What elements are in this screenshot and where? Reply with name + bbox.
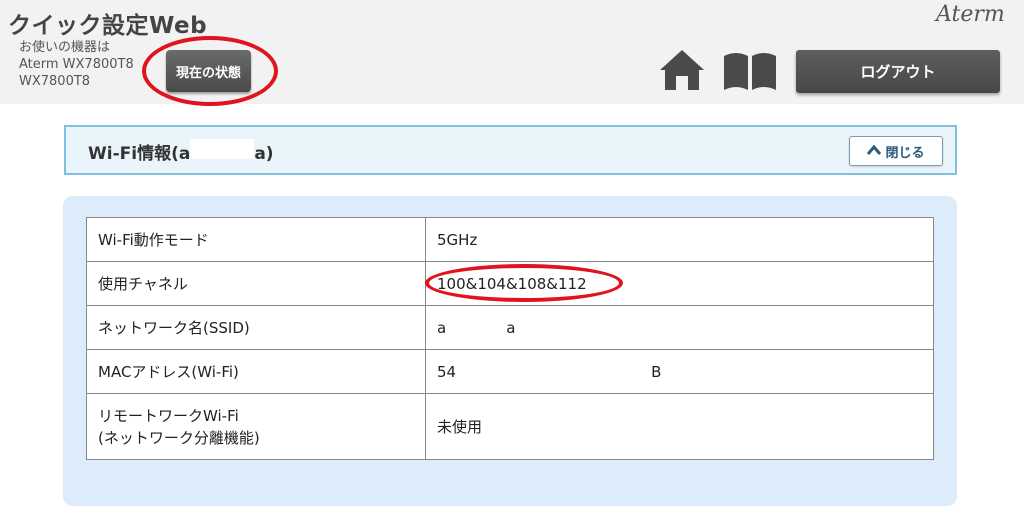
top-header: クイック設定Web お使いの機器は Aterm WX7800T8 WX7800T… — [0, 0, 1024, 104]
section-title-prefix: Wi-Fi情報(a — [88, 144, 191, 164]
section-title: Wi-Fi情報(a a) — [88, 139, 274, 164]
table-row: MACアドレス(Wi-Fi) 54 B — [86, 349, 934, 394]
row-value: 未使用 — [425, 393, 934, 460]
device-label: お使いの機器は — [19, 40, 111, 55]
wifi-info-table: Wi-Fi動作モード 5GHz 使用チャネル 100&104&108&112 ネ… — [86, 217, 934, 460]
current-status-button[interactable]: 現在の状態 — [166, 50, 251, 92]
table-row: 使用チャネル 100&104&108&112 — [86, 261, 934, 306]
row-value-ssid: a a — [425, 305, 934, 350]
manual-book-icon[interactable] — [722, 50, 778, 92]
close-button[interactable]: 閉じる — [849, 136, 943, 166]
row-value-channel: 100&104&108&112 — [425, 261, 934, 306]
table-row: Wi-Fi動作モード 5GHz — [86, 217, 934, 262]
chevron-up-icon — [867, 144, 882, 159]
row-label: MACアドレス(Wi-Fi) — [86, 349, 426, 394]
app-title: クイック設定Web — [8, 13, 208, 39]
row-label-line1: リモートワークWi-Fi — [98, 406, 239, 425]
table-row: ネットワーク名(SSID) a a — [86, 305, 934, 350]
logout-button[interactable]: ログアウト — [796, 50, 1000, 93]
close-button-label: 閉じる — [885, 145, 925, 161]
section-title-suffix: a) — [254, 144, 274, 164]
aterm-logo: Aterm — [936, 2, 1005, 27]
device-model-line1: Aterm WX7800T8 — [19, 57, 134, 72]
row-value: 5GHz — [425, 217, 934, 262]
wifi-info-section-header: Wi-Fi情報(a a) 閉じる — [64, 125, 957, 175]
row-value-mac: 54 B — [425, 349, 934, 394]
redaction-block — [190, 139, 255, 159]
device-model-line2: WX7800T8 — [19, 74, 91, 89]
row-label: リモートワークWi-Fi (ネットワーク分離機能) — [86, 393, 426, 460]
device-info: お使いの機器は Aterm WX7800T8 WX7800T8 — [19, 39, 134, 90]
row-label: 使用チャネル — [86, 261, 426, 306]
row-label: Wi-Fi動作モード — [86, 217, 426, 262]
table-row: リモートワークWi-Fi (ネットワーク分離機能) 未使用 — [86, 393, 934, 460]
home-icon[interactable] — [658, 48, 706, 92]
row-label-line2: (ネットワーク分離機能) — [98, 428, 260, 447]
row-label: ネットワーク名(SSID) — [86, 305, 426, 350]
